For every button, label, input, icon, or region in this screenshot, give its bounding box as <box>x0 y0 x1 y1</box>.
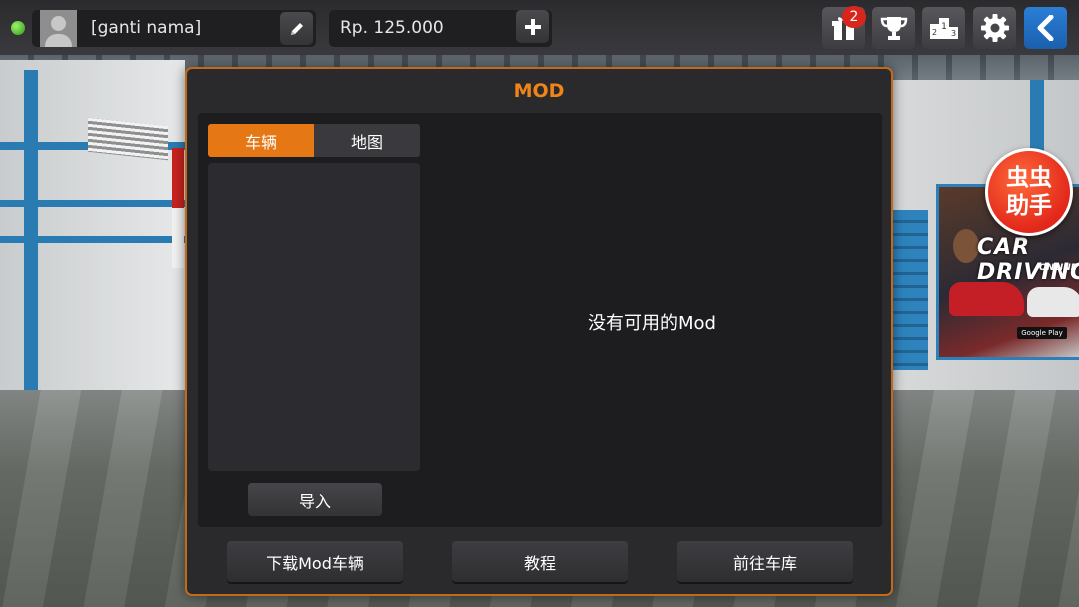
steel-rail <box>0 200 185 207</box>
svg-text:2: 2 <box>931 28 936 37</box>
flag <box>172 148 184 268</box>
poster-subtitle: ONLINE <box>1039 263 1077 273</box>
settings-button[interactable] <box>973 7 1016 49</box>
helper-line-2: 助手 <box>1006 193 1052 219</box>
online-status-icon <box>11 21 25 35</box>
dialog-title: MOD <box>513 80 565 102</box>
poster-character <box>953 229 979 263</box>
pencil-icon <box>290 22 303 35</box>
leaderboard-icon: 213 <box>929 18 958 39</box>
avatar-body <box>45 34 72 47</box>
back-button[interactable] <box>1024 7 1067 49</box>
steel-column <box>24 70 38 390</box>
helper-line-1: 虫虫 <box>1006 165 1052 191</box>
tab-vehicles[interactable]: 车辆 <box>208 124 314 157</box>
player-name: [ganti nama] <box>91 18 202 38</box>
edit-name-button[interactable] <box>280 12 313 45</box>
mod-list[interactable] <box>208 163 420 471</box>
plus-icon <box>524 18 541 35</box>
garage-door <box>893 210 928 370</box>
mod-dialog: MOD 车辆 地图 导入 没有可用的Mod 下载Mod车辆 教程 前往车库 <box>185 67 893 596</box>
back-arrow-icon <box>1037 15 1053 41</box>
mod-tabs: 车辆 地图 <box>208 124 420 157</box>
svg-text:3: 3 <box>950 29 955 38</box>
tutorial-button[interactable]: 教程 <box>452 541 628 582</box>
gift-count-badge: 2 <box>842 6 866 28</box>
steel-rail <box>0 236 185 243</box>
avatar[interactable] <box>40 10 77 47</box>
money-balance: Rp. 125.000 <box>340 18 444 38</box>
tab-maps[interactable]: 地图 <box>314 124 420 157</box>
avatar-head <box>51 16 66 31</box>
empty-message: 没有可用的Mod <box>588 313 716 334</box>
google-play-badge: Google Play <box>1017 327 1067 339</box>
gear-icon <box>980 14 1009 42</box>
download-mod-button[interactable]: 下载Mod车辆 <box>227 541 403 582</box>
add-money-button[interactable] <box>516 10 549 43</box>
svg-text:1: 1 <box>941 22 947 32</box>
achievements-button[interactable] <box>872 7 915 49</box>
helper-bubble[interactable]: 虫虫 助手 <box>985 148 1073 236</box>
poster-title: CAR DRIVING <box>977 235 1079 285</box>
poster-red-car <box>949 282 1024 316</box>
go-to-garage-button[interactable]: 前往车库 <box>677 541 853 582</box>
trophy-icon <box>880 17 907 40</box>
import-button[interactable]: 导入 <box>248 483 382 516</box>
leaderboard-button[interactable]: 213 <box>922 7 965 49</box>
poster-white-car <box>1027 287 1079 317</box>
